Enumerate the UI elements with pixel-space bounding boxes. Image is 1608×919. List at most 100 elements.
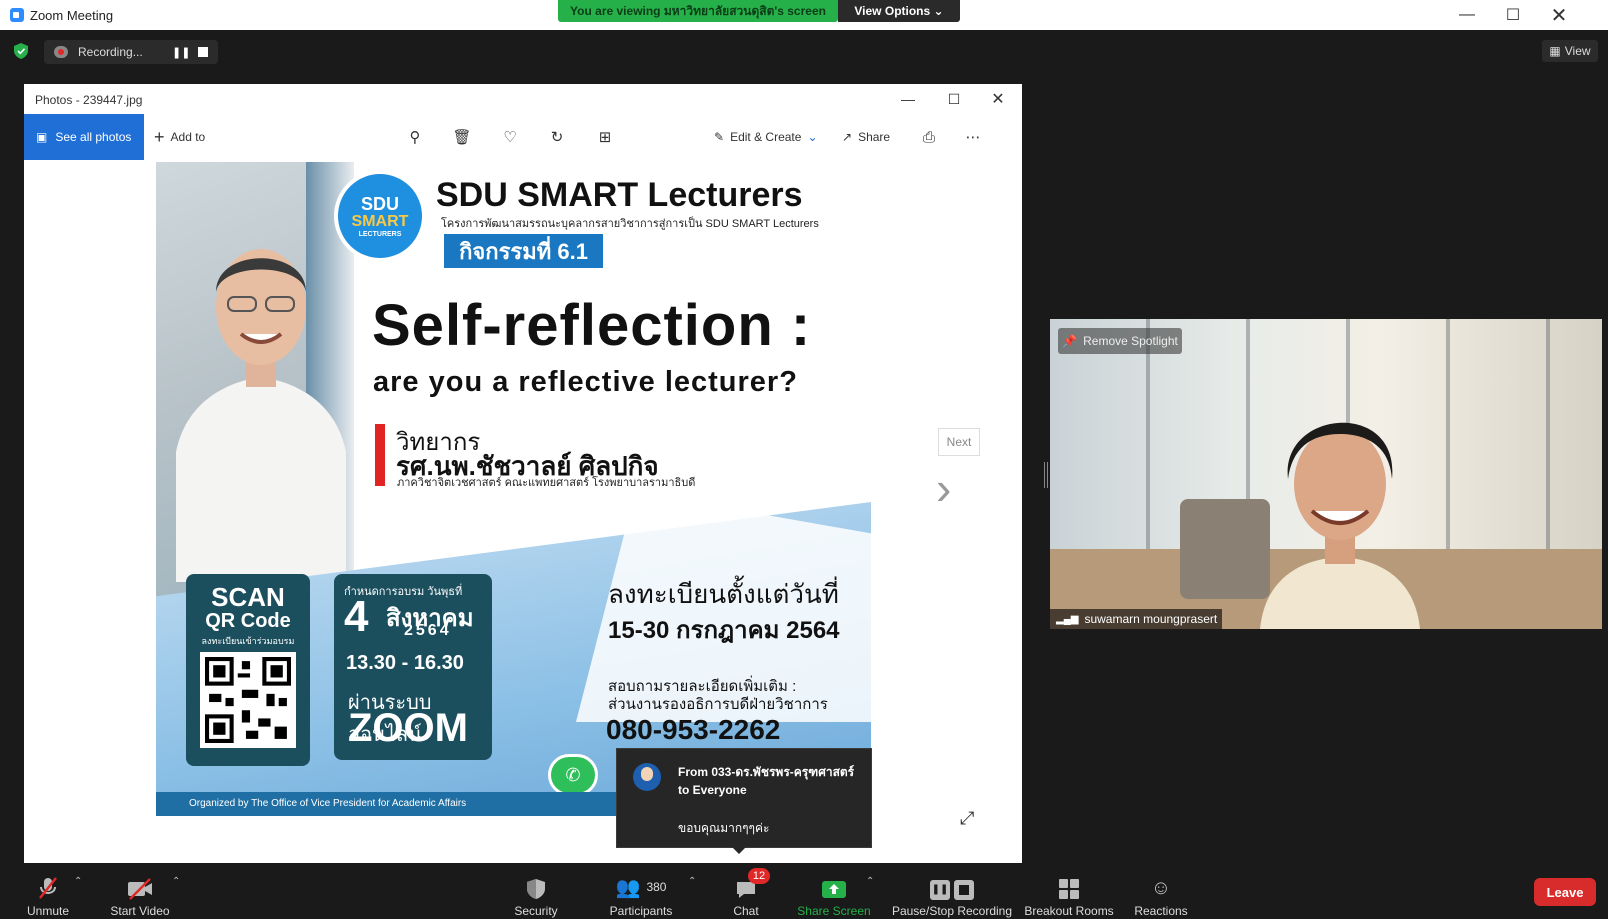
participants-options-caret-icon[interactable]: ⌃: [688, 876, 696, 887]
screen-share-banner: You are viewing มหาวิทยาลัยสวนดุสิต's sc…: [558, 0, 838, 22]
zoom-app-icon: [10, 8, 24, 22]
security-button[interactable]: Security: [510, 874, 562, 918]
panel-resize-handle[interactable]: [1044, 462, 1048, 488]
close-icon[interactable]: ✕: [1536, 0, 1582, 30]
window-title: Zoom Meeting: [30, 8, 114, 23]
photos-minimize-icon[interactable]: —: [886, 86, 930, 112]
chat-sender: From 033-ดร.พัชรพร-ครุฑศาสตร์ to Everyon…: [678, 765, 855, 797]
share-icon: ↗: [842, 130, 853, 144]
training-date-panel: กำหนดการอบรม วันพุธที่ 4 สิงหาคม 2564 13…: [334, 574, 492, 760]
qr-code-label: QR Code: [205, 610, 291, 632]
start-video-label: Start Video: [110, 904, 170, 918]
leave-meeting-button[interactable]: Leave: [1534, 878, 1596, 906]
badge-line3: LECTURERS: [358, 230, 402, 238]
share-screen-button[interactable]: Share Screen: [796, 874, 872, 918]
participants-icon: 👥: [615, 877, 641, 899]
speaker-photo: [176, 249, 346, 582]
remove-spotlight-button[interactable]: 📌 Remove Spotlight: [1058, 328, 1182, 354]
register-label: ลงทะเบียนเข้าร่วมอบรม: [201, 636, 295, 646]
edit-create-button[interactable]: ✎ Edit & Create ⌄: [714, 126, 818, 148]
photos-close-icon[interactable]: ✕: [976, 86, 1020, 112]
print-icon[interactable]: ⎙: [918, 126, 940, 148]
chevron-down-icon: ⌄: [807, 130, 818, 144]
rotate-icon[interactable]: ↻: [546, 126, 568, 148]
sender-avatar: [633, 763, 661, 791]
view-options-label: View Options: [854, 4, 931, 18]
pause-icon: ❚❚: [930, 880, 950, 900]
start-video-button[interactable]: Start Video: [106, 874, 174, 918]
share-label: Share: [858, 130, 891, 144]
chat-message: ขอบคุณมากๆๆค่ะ: [678, 821, 770, 835]
poster-headline: Self-reflection :: [372, 293, 812, 358]
encryption-shield-icon[interactable]: [14, 43, 28, 59]
see-all-photos-button[interactable]: ▣ See all photos: [24, 114, 144, 160]
pause-stop-recording-label: Pause/Stop Recording: [891, 904, 1013, 918]
video-options-caret-icon[interactable]: ⌃: [172, 876, 180, 887]
registration-label: ลงทะเบียนตั้งแต่วันที่: [608, 579, 839, 609]
recording-label: Recording...: [78, 45, 143, 59]
reactions-button[interactable]: ☺ Reactions: [1130, 874, 1192, 918]
next-button[interactable]: Next: [938, 428, 980, 456]
share-screen-icon: [821, 874, 847, 900]
audio-options-caret-icon[interactable]: ⌃: [74, 876, 82, 887]
stop-recording-icon[interactable]: [198, 47, 208, 57]
share-options-caret-icon[interactable]: ⌃: [866, 876, 874, 887]
zoom-in-icon[interactable]: ⚲: [404, 126, 426, 148]
see-all-photos-label: See all photos: [55, 130, 132, 144]
photos-app-window: Photos - 239447.jpg — ☐ ✕ ▣ See all phot…: [24, 84, 1022, 863]
grid-view-icon: ▦: [1549, 44, 1561, 58]
pin-icon: 📌: [1062, 334, 1078, 348]
video-off-icon: [126, 874, 154, 900]
participant-name-tag: ▂▄▆ suwamarn moungprasert: [1050, 609, 1222, 629]
cloud-recording-icon: [54, 46, 68, 58]
maximize-icon[interactable]: ☐: [1490, 0, 1536, 30]
plus-icon: +: [154, 126, 165, 147]
unmute-button[interactable]: Unmute: [20, 874, 76, 918]
speaker-affiliation: ภาควิชาจิตเวชศาสตร์ คณะแพทยศาสตร์ โรงพยา…: [397, 477, 696, 489]
more-options-icon[interactable]: ⋯: [962, 126, 984, 148]
photos-maximize-icon[interactable]: ☐: [932, 86, 976, 112]
whatsapp-icon: ✆: [548, 754, 598, 796]
speaker-accent-bar: [375, 424, 385, 486]
registration-dates: 15-30 กรกฎาคม 2564: [608, 617, 840, 644]
participant-video-person: [1260, 422, 1420, 629]
participants-label: Participants: [609, 904, 673, 918]
chevron-down-icon: ⌄: [933, 4, 944, 18]
participant-video-tile[interactable]: [1050, 319, 1602, 629]
view-label: View: [1564, 44, 1591, 58]
training-platform: ZOOM: [348, 706, 468, 750]
reactions-smiley-icon: ☺: [1150, 877, 1172, 899]
activity-label: กิจกรรมที่ 6.1: [442, 232, 605, 270]
security-shield-icon: [526, 874, 546, 900]
contact-phone: 080-953-2262: [606, 714, 781, 745]
scan-label: SCAN: [211, 582, 285, 612]
minimize-icon[interactable]: —: [1444, 0, 1490, 30]
share-button[interactable]: ↗ Share: [842, 126, 890, 148]
pause-stop-recording-button[interactable]: ❚❚ Pause/Stop Recording: [890, 874, 1014, 918]
popup-tail: [732, 847, 746, 854]
participants-button[interactable]: 👥 380 Participants: [606, 874, 676, 918]
next-arrow-icon[interactable]: ›: [936, 465, 966, 518]
breakout-rooms-icon: [1058, 874, 1080, 900]
participant-name: suwamarn moungprasert: [1084, 612, 1218, 626]
pause-recording-icon[interactable]: ❚❚: [172, 46, 190, 59]
crop-icon[interactable]: ⊞: [594, 126, 616, 148]
view-button[interactable]: ▦ View: [1542, 40, 1598, 62]
participants-count: 380: [646, 880, 667, 894]
training-time: 13.30 - 16.30: [346, 652, 464, 674]
chat-notification-popup[interactable]: From 033-ดร.พัชรพร-ครุฑศาสตร์ to Everyon…: [616, 748, 872, 854]
recording-indicator: Recording... ❚❚: [44, 40, 218, 64]
breakout-rooms-button[interactable]: Breakout Rooms: [1024, 874, 1114, 918]
poster-brand-subtitle: โครงการพัฒนาสมรรถนะบุคลากรสายวิชาการสู่ก…: [441, 218, 819, 230]
delete-icon[interactable]: 🗑: [451, 126, 473, 148]
favorite-heart-icon[interactable]: ♡: [499, 126, 521, 148]
reactions-label: Reactions: [1134, 904, 1188, 918]
share-screen-label: Share Screen: [797, 904, 871, 918]
fullscreen-expand-icon[interactable]: ⤢: [960, 808, 984, 832]
view-options-button[interactable]: View Options ⌄: [838, 0, 960, 22]
badge-line1: SDU: [360, 193, 399, 214]
photos-window-title: Photos - 239447.jpg: [35, 93, 143, 107]
add-to-button[interactable]: + Add to: [154, 126, 205, 148]
photos-icon: ▣: [36, 130, 48, 144]
chat-unread-badge: 12: [748, 868, 770, 884]
